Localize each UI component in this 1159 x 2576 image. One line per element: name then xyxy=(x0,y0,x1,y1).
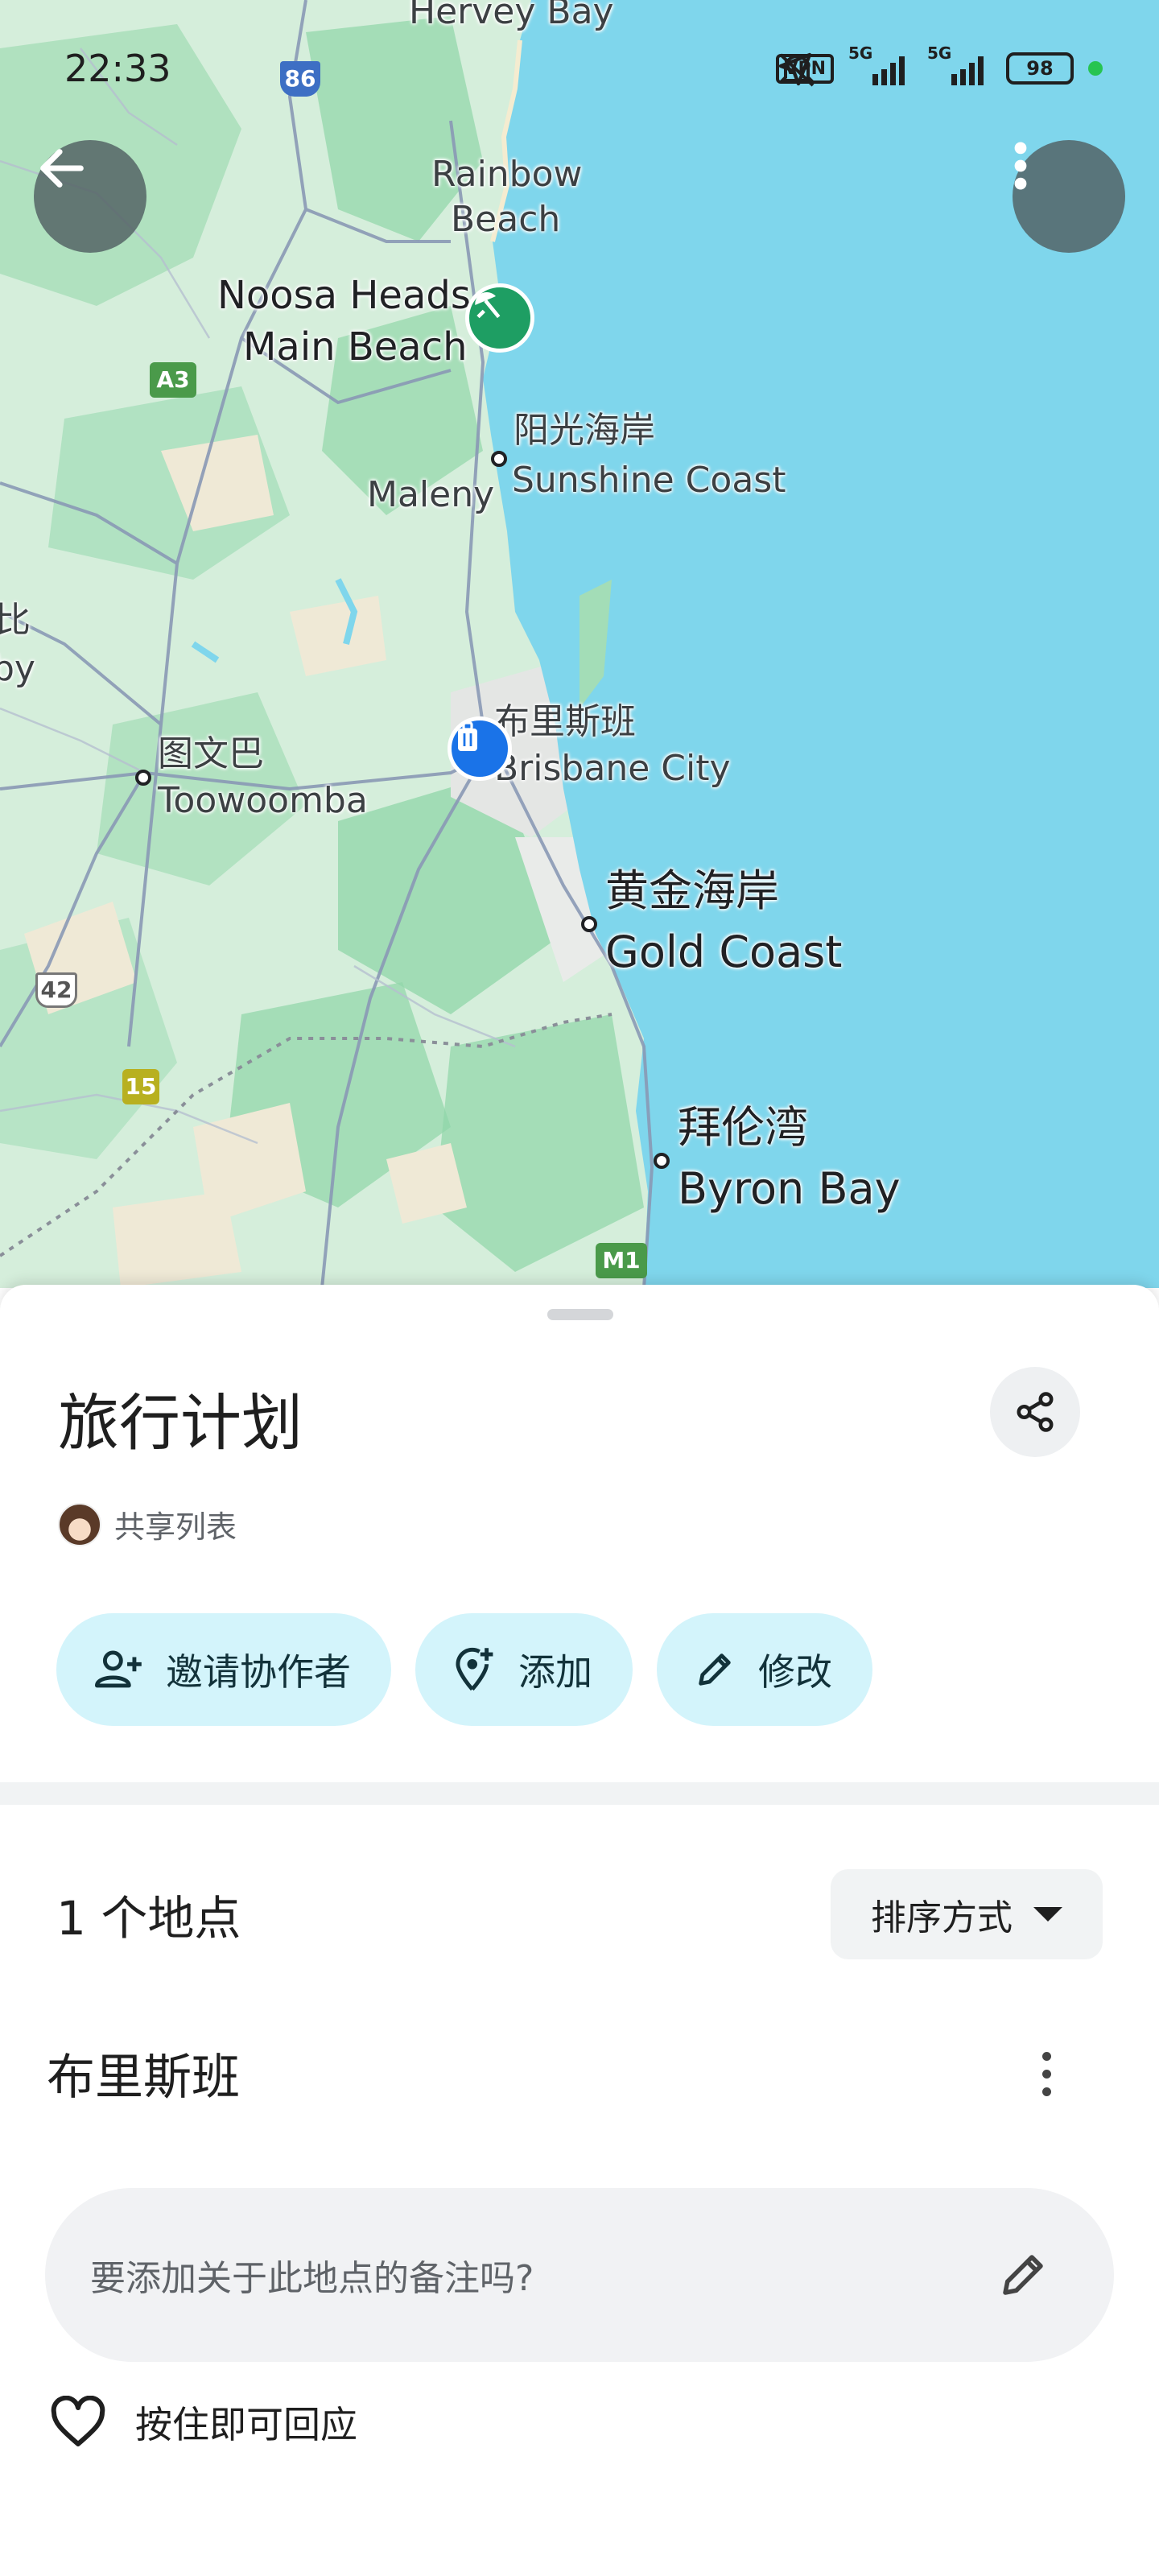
map-label-noosa: Noosa Heads xyxy=(217,273,471,318)
more-vert-dot xyxy=(1041,2087,1051,2096)
map-label-rainbow-beach: Rainbow xyxy=(431,154,583,195)
section-divider xyxy=(0,1782,1159,1805)
note-placeholder: 要添加关于此地点的备注吗? xyxy=(90,2258,534,2299)
road-shield-a3: A3 xyxy=(150,362,196,398)
edit-list-button[interactable]: 修改 xyxy=(657,1613,872,1726)
invite-collaborator-button[interactable]: 邀请协作者 xyxy=(56,1613,391,1726)
react-label: 按住即可回应 xyxy=(135,2403,357,2446)
shared-list-row: 共享列表 xyxy=(58,1502,237,1546)
pencil-icon[interactable] xyxy=(996,2248,1050,2301)
drag-handle[interactable] xyxy=(547,1309,613,1320)
map-label-rainbow-beach-2: Beach xyxy=(451,199,561,240)
road-shield-42: 42 xyxy=(35,972,77,1008)
map-label-noosa-2: Main Beach xyxy=(243,324,468,369)
more-vert-icon xyxy=(1041,2051,1051,2061)
map-dot-sunshine[interactable] xyxy=(491,451,507,467)
caret-down-icon xyxy=(1033,1907,1062,1922)
invite-collaborator-label: 邀请协作者 xyxy=(166,1650,351,1694)
share-button[interactable] xyxy=(990,1367,1080,1457)
more-options-button[interactable] xyxy=(1013,140,1125,253)
road-shield-m1: M1 xyxy=(596,1243,647,1278)
add-person-icon xyxy=(94,1650,142,1688)
map-label-toowoomba-cn: 图文巴 xyxy=(158,733,264,774)
sort-label: 排序方式 xyxy=(871,1897,1013,1938)
add-place-button[interactable]: 添加 xyxy=(415,1613,633,1726)
map-label-sunshine-cn: 阳光海岸 xyxy=(514,410,655,451)
edit-list-label: 修改 xyxy=(758,1650,832,1694)
road-shield-15: 15 xyxy=(122,1069,159,1104)
map-label-sunshine-en: Sunshine Coast xyxy=(512,460,786,501)
beach-umbrella-pin-icon[interactable] xyxy=(465,283,534,353)
map-dot-gold-coast[interactable] xyxy=(581,916,597,932)
heart-icon[interactable] xyxy=(48,2396,108,2449)
add-note-field[interactable]: 要添加关于此地点的备注吗? xyxy=(45,2188,1114,2362)
map-label-maleny: Maleny xyxy=(367,474,495,515)
battery-indicator: 98 xyxy=(1006,52,1074,85)
map-label-brisbane-cn: 布里斯班 xyxy=(494,701,636,742)
privacy-dot-icon xyxy=(1088,61,1103,76)
status-time: 22:33 xyxy=(64,47,171,90)
mute-bell-icon xyxy=(778,53,816,87)
map-label-byron-en: Byron Bay xyxy=(678,1163,901,1214)
back-button[interactable] xyxy=(34,140,146,253)
react-row[interactable]: 按住即可回应 xyxy=(48,2396,357,2449)
signal-5g-1-icon: 5G xyxy=(848,43,913,87)
map-dot-toowoomba[interactable] xyxy=(135,770,151,786)
page-title: 旅行计划 xyxy=(58,1387,303,1459)
list-item-place-name[interactable]: 布里斯班 xyxy=(47,2038,240,2108)
map-label-hervey-bay: Hervey Bay xyxy=(409,0,614,32)
action-chips: 邀请协作者 添加 修改 xyxy=(56,1613,872,1726)
map-label-gold-en: Gold Coast xyxy=(605,927,843,977)
map-view[interactable]: Hervey Bay Rainbow Beach Noosa Heads Mai… xyxy=(0,0,1159,1288)
signal-5g-2-icon: 5G xyxy=(927,43,992,87)
pencil-icon xyxy=(699,1653,731,1686)
share-icon xyxy=(1017,1392,1054,1432)
place-more-button[interactable] xyxy=(1022,2041,1070,2106)
map-label-edge-2: by xyxy=(0,648,35,689)
map-dot-byron[interactable] xyxy=(654,1153,670,1169)
sort-button[interactable]: 排序方式 xyxy=(831,1869,1103,1959)
add-place-label: 添加 xyxy=(518,1650,592,1694)
shared-list-label: 共享列表 xyxy=(114,1509,237,1545)
status-icons: VPN 5G 5G 98 xyxy=(776,43,1103,87)
map-label-byron-cn: 拜伦湾 xyxy=(678,1102,808,1153)
map-label-toowoomba-en: Toowoomba xyxy=(158,780,368,821)
map-label-gold-cn: 黄金海岸 xyxy=(605,865,779,916)
back-arrow-icon xyxy=(40,149,84,188)
bottom-sheet[interactable]: 旅行计划 共享列表 邀请协作者 添加 修改 1 个地点 排序方式 布里斯班 要添… xyxy=(0,1285,1159,2576)
more-vert-icon xyxy=(1014,142,1027,190)
add-location-icon xyxy=(456,1647,493,1691)
status-bar: 22:33 VPN 5G 5G 98 xyxy=(0,40,1159,105)
map-label-brisbane-en: Brisbane City xyxy=(494,748,731,789)
more-vert-dot xyxy=(1041,2069,1051,2079)
map-label-edge-1: 比 xyxy=(0,600,31,641)
luggage-pin-icon[interactable] xyxy=(448,716,512,781)
place-count: 1 个地点 xyxy=(56,1891,241,1946)
avatar[interactable] xyxy=(58,1502,101,1546)
